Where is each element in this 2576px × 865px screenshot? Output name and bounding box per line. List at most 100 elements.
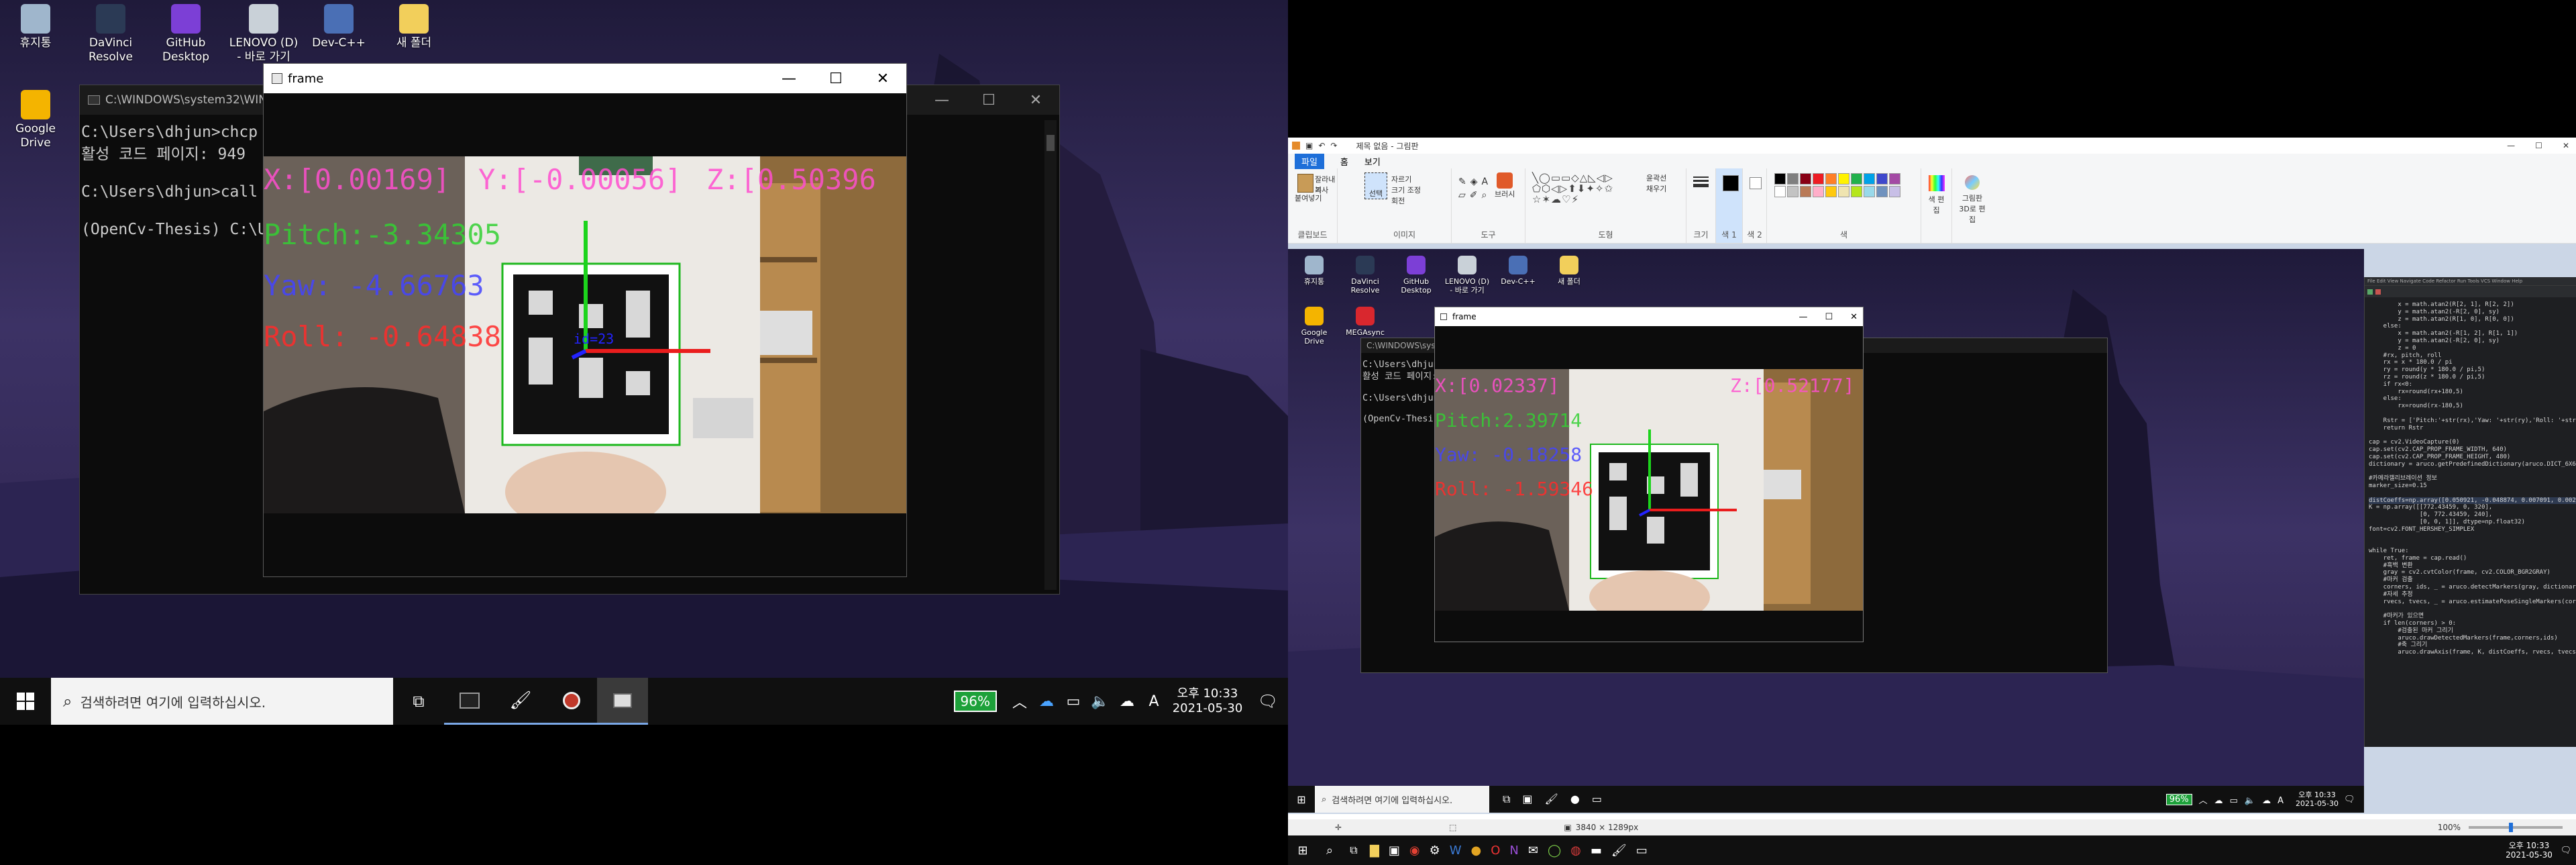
- volume-icon[interactable]: 🔈: [1087, 693, 1114, 710]
- opera-icon[interactable]: O: [1491, 844, 1500, 858]
- battery-badge[interactable]: 96%: [953, 691, 997, 712]
- undo-icon[interactable]: ↶: [1318, 141, 1325, 150]
- cloud-sync-icon[interactable]: ☁: [1114, 693, 1140, 710]
- tab-file[interactable]: 파일: [1295, 153, 1324, 169]
- store-icon[interactable]: ▣: [1389, 844, 1400, 858]
- desktop-icon[interactable]: Google Drive: [0, 90, 71, 150]
- desktop-icon[interactable]: 새 폴더: [378, 4, 449, 50]
- palette-swatch[interactable]: [1813, 173, 1824, 185]
- color-picker-icon[interactable]: ✐: [1470, 190, 1478, 201]
- media-icon[interactable]: ●: [1471, 844, 1482, 858]
- palette-swatch[interactable]: [1800, 186, 1811, 197]
- desktop-icon[interactable]: Dev-C++: [303, 4, 374, 50]
- desktop-icon[interactable]: GitHub Desktop: [150, 4, 221, 64]
- palette-swatch[interactable]: [1838, 186, 1849, 197]
- minimize-button[interactable]: —: [918, 85, 965, 115]
- taskbar-paint-icon[interactable]: 🖌: [495, 678, 546, 725]
- desktop-icon[interactable]: 휴지통: [0, 4, 71, 50]
- pencil-icon[interactable]: ✎: [1458, 176, 1466, 187]
- redo-icon[interactable]: ↷: [1330, 141, 1337, 150]
- palette-swatch[interactable]: [1787, 173, 1799, 185]
- code-editor-window[interactable]: File Edit View Navigate Code Refactor Ru…: [2364, 277, 2576, 747]
- paint-canvas[interactable]: 휴지통 DaVinci Resolve GitHub Desktop LENOVO (…: [1288, 249, 2364, 813]
- canvas-frame-window[interactable]: frame — ☐ ✕ X:[0.02337] Z:[0.52177] Pitc…: [1434, 307, 1864, 642]
- chevron-up-icon[interactable]: ︿: [1006, 691, 1033, 712]
- palette-swatch[interactable]: [1813, 186, 1824, 197]
- paint3d-button[interactable]: 그림판 3D로 편집: [1952, 168, 1992, 243]
- palette-swatch[interactable]: [1838, 173, 1849, 185]
- start-button[interactable]: [0, 678, 51, 725]
- notification-icon[interactable]: 🗨: [1248, 692, 1288, 711]
- palette-swatch[interactable]: [1774, 173, 1786, 185]
- palette-swatch[interactable]: [1876, 186, 1888, 197]
- outline-button[interactable]: 윤곽선: [1646, 172, 1666, 183]
- task-view-icon[interactable]: ⧉: [393, 678, 444, 725]
- desktop-icon[interactable]: DaVinci Resolve: [75, 4, 146, 64]
- paint-canvas-area[interactable]: 휴지통 DaVinci Resolve GitHub Desktop LENOVO (…: [1288, 244, 2576, 814]
- text-icon[interactable]: A: [1482, 176, 1489, 187]
- paint-icon[interactable]: 🖌: [1611, 844, 1627, 858]
- right-taskbar-apps[interactable]: ▇ ▣ ◉ ⚙ W ● O N ✉ ◯ ◍ ▬ 🖌 ▭: [1370, 844, 1648, 858]
- onedrive-icon[interactable]: ☁: [1033, 693, 1060, 710]
- scrollbar[interactable]: [1044, 120, 1057, 590]
- zoom-slider-thumb[interactable]: [2509, 823, 2513, 832]
- color1-group[interactable]: 색 1: [1716, 168, 1743, 243]
- taskbar-frame-icon[interactable]: [597, 678, 648, 725]
- close-button[interactable]: ✕: [2563, 141, 2569, 150]
- palette-swatch[interactable]: [1864, 186, 1875, 197]
- minimize-button[interactable]: —: [2507, 141, 2515, 150]
- onenote-icon[interactable]: N: [1509, 844, 1518, 858]
- palette-swatch[interactable]: [1851, 173, 1862, 185]
- edit-colors-button[interactable]: 색 편집: [1921, 168, 1952, 243]
- paste-icon[interactable]: [1297, 174, 1313, 193]
- color2-group[interactable]: 색 2: [1743, 168, 1767, 243]
- palette-swatch[interactable]: [1787, 186, 1799, 197]
- mail-icon[interactable]: ✉: [1528, 844, 1538, 858]
- right-start-button[interactable]: ⊞: [1288, 844, 1318, 858]
- input-language-icon[interactable]: A: [1140, 693, 1167, 710]
- terminal-icon[interactable]: ▬: [1591, 844, 1602, 858]
- tab-view[interactable]: 보기: [1364, 155, 1381, 168]
- taskbar-python-icon[interactable]: [546, 678, 597, 725]
- right-notification-icon[interactable]: 🗨: [2556, 846, 2576, 856]
- palette-swatch[interactable]: [1864, 173, 1875, 185]
- palette-swatch[interactable]: [1876, 173, 1888, 185]
- right-search-icon[interactable]: ⌕: [1318, 844, 1342, 858]
- close-button[interactable]: ✕: [859, 64, 906, 93]
- explorer-icon[interactable]: ▇: [1370, 844, 1379, 858]
- size-group[interactable]: 크기: [1686, 168, 1716, 243]
- ring-app-icon[interactable]: ◯: [1548, 844, 1561, 858]
- zoom-slider[interactable]: [2469, 823, 2563, 832]
- minimize-button[interactable]: —: [765, 64, 812, 93]
- palette-swatch[interactable]: [1889, 186, 1900, 197]
- paint-titlebar[interactable]: ▣ ↶ ↷ 제목 없음 - 그림판 — ☐ ✕: [1288, 138, 2576, 154]
- frame-window[interactable]: frame — ☐ ✕ id=23 X:[0.00169] Y:[-0.0005…: [263, 63, 907, 577]
- taskbar-cmd-icon[interactable]: [444, 678, 495, 725]
- scrollbar-thumb[interactable]: [1046, 135, 1055, 151]
- palette-swatch[interactable]: [1800, 173, 1811, 185]
- right-taskbar-clock[interactable]: 오후 10:33 2021-05-30: [2502, 841, 2556, 860]
- settings-icon[interactable]: ⚙: [1430, 844, 1440, 858]
- select-button[interactable]: 선택: [1364, 172, 1387, 199]
- palette-swatch[interactable]: [1889, 173, 1900, 185]
- crop-button[interactable]: 자르기: [1391, 174, 1411, 185]
- magnifier-icon[interactable]: ⌕: [1482, 190, 1487, 201]
- fill-button[interactable]: 채우기: [1646, 183, 1666, 194]
- palette-swatch[interactable]: [1851, 186, 1862, 197]
- chrome-icon[interactable]: ◉: [1409, 844, 1420, 858]
- tab-home[interactable]: 홈: [1340, 155, 1348, 168]
- quick-save-icon[interactable]: ▣: [1305, 141, 1313, 150]
- resize-button[interactable]: 크기 조정: [1391, 185, 1421, 195]
- palette-swatch[interactable]: [1825, 173, 1837, 185]
- eraser-icon[interactable]: ▱: [1458, 190, 1466, 201]
- rotate-button[interactable]: 회전: [1391, 195, 1405, 206]
- network-icon[interactable]: ▭: [1060, 693, 1087, 710]
- copy-button[interactable]: 복사: [1315, 185, 1328, 195]
- maximize-button[interactable]: ☐: [965, 85, 1012, 115]
- python-icon[interactable]: ◍: [1570, 844, 1581, 858]
- desktop-icon[interactable]: LENOVO (D) - 바로 가기: [228, 4, 299, 64]
- palette-swatch[interactable]: [1774, 186, 1786, 197]
- word-icon[interactable]: W: [1450, 844, 1462, 858]
- maximize-button[interactable]: ☐: [812, 64, 859, 93]
- paint-window[interactable]: ▣ ↶ ↷ 제목 없음 - 그림판 — ☐ ✕ 파일 홈 보기 붙여넣기 잘라내…: [1288, 138, 2576, 835]
